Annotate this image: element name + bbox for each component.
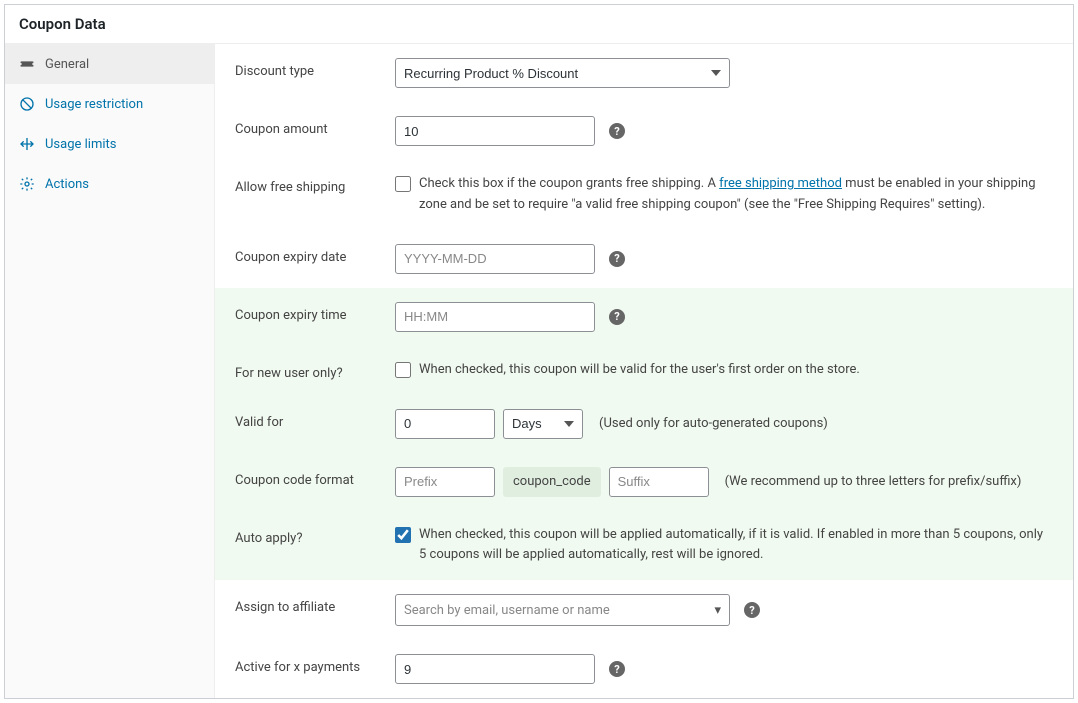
free-shipping-link[interactable]: free shipping method (719, 176, 842, 191)
free-shipping-text: Check this box if the coupon grants free… (419, 174, 1053, 216)
block-icon (19, 96, 35, 112)
sidebar-item-usage-restriction[interactable]: Usage restriction (5, 84, 214, 124)
label-discount-type: Discount type (235, 58, 395, 79)
sidebar-item-label: General (45, 57, 89, 72)
row-expiry-time: Coupon expiry time ? (215, 288, 1073, 346)
panel-body: General Usage restriction Usage limits A… (5, 44, 1073, 698)
new-user-checkbox[interactable] (395, 362, 411, 378)
help-icon[interactable]: ? (609, 123, 625, 139)
code-format-hint: (We recommend up to three letters for pr… (725, 467, 1022, 497)
code-format-code: coupon_code (503, 467, 601, 497)
help-icon[interactable]: ? (609, 309, 625, 325)
sidebar: General Usage restriction Usage limits A… (5, 44, 215, 698)
label-valid-for: Valid for (235, 409, 395, 430)
ticket-icon (19, 56, 35, 72)
label-coupon-amount: Coupon amount (235, 116, 395, 137)
row-discount-type: Discount type Recurring Product % Discou… (215, 44, 1073, 102)
row-valid-for: Valid for Days (Used only for auto-gener… (215, 395, 1073, 453)
row-auto-apply: Auto apply? When checked, this coupon wi… (215, 511, 1073, 581)
sidebar-item-general[interactable]: General (5, 44, 214, 84)
sidebar-item-usage-limits[interactable]: Usage limits (5, 124, 214, 164)
coupon-data-panel: Coupon Data General Usage restriction Us… (4, 4, 1074, 699)
help-icon[interactable]: ? (609, 251, 625, 267)
label-expiry-date: Coupon expiry date (235, 244, 395, 265)
active-payments-input[interactable] (395, 654, 595, 684)
label-code-format: Coupon code format (235, 467, 395, 488)
help-icon[interactable]: ? (609, 661, 625, 677)
affiliate-select[interactable]: Search by email, username or name ▾ (395, 594, 730, 626)
expiry-time-input[interactable] (395, 302, 595, 332)
auto-apply-text: When checked, this coupon will be applie… (419, 525, 1053, 567)
valid-for-hint: (Used only for auto-generated coupons) (599, 409, 828, 439)
coupon-amount-input[interactable] (395, 116, 595, 146)
row-affiliate: Assign to affiliate Search by email, use… (215, 580, 1073, 640)
row-coupon-amount: Coupon amount ? (215, 102, 1073, 160)
row-code-format: Coupon code format coupon_code (We recom… (215, 453, 1073, 511)
sidebar-item-label: Usage limits (45, 137, 116, 152)
help-icon[interactable]: ? (744, 602, 760, 618)
prefix-input[interactable] (395, 467, 495, 497)
valid-for-input[interactable] (395, 409, 495, 439)
new-user-text: When checked, this coupon will be valid … (419, 360, 860, 381)
chevron-down-icon: ▾ (714, 603, 721, 618)
label-expiry-time: Coupon expiry time (235, 302, 395, 323)
sidebar-item-actions[interactable]: Actions (5, 164, 214, 204)
content: Discount type Recurring Product % Discou… (215, 44, 1073, 698)
label-affiliate: Assign to affiliate (235, 594, 395, 615)
suffix-input[interactable] (609, 467, 709, 497)
gear-icon (19, 176, 35, 192)
valid-for-unit-select[interactable]: Days (503, 409, 583, 439)
label-free-shipping: Allow free shipping (235, 174, 395, 195)
row-expiry-date: Coupon expiry date ? (215, 230, 1073, 288)
row-new-user: For new user only? When checked, this co… (215, 346, 1073, 395)
label-active-payments: Active for x payments (235, 654, 395, 675)
affiliate-placeholder: Search by email, username or name (404, 603, 610, 618)
label-new-user: For new user only? (235, 360, 395, 381)
expiry-date-input[interactable] (395, 244, 595, 274)
auto-apply-checkbox[interactable] (395, 527, 411, 543)
label-auto-apply: Auto apply? (235, 525, 395, 546)
move-icon (19, 136, 35, 152)
sidebar-item-label: Actions (45, 177, 89, 192)
discount-type-select[interactable]: Recurring Product % Discount (395, 58, 730, 88)
free-shipping-checkbox[interactable] (395, 176, 411, 192)
panel-header: Coupon Data (5, 5, 1073, 44)
row-free-shipping: Allow free shipping Check this box if th… (215, 160, 1073, 230)
row-active-payments: Active for x payments ? (215, 640, 1073, 698)
page-title: Coupon Data (19, 15, 1059, 33)
sidebar-item-label: Usage restriction (45, 97, 143, 112)
